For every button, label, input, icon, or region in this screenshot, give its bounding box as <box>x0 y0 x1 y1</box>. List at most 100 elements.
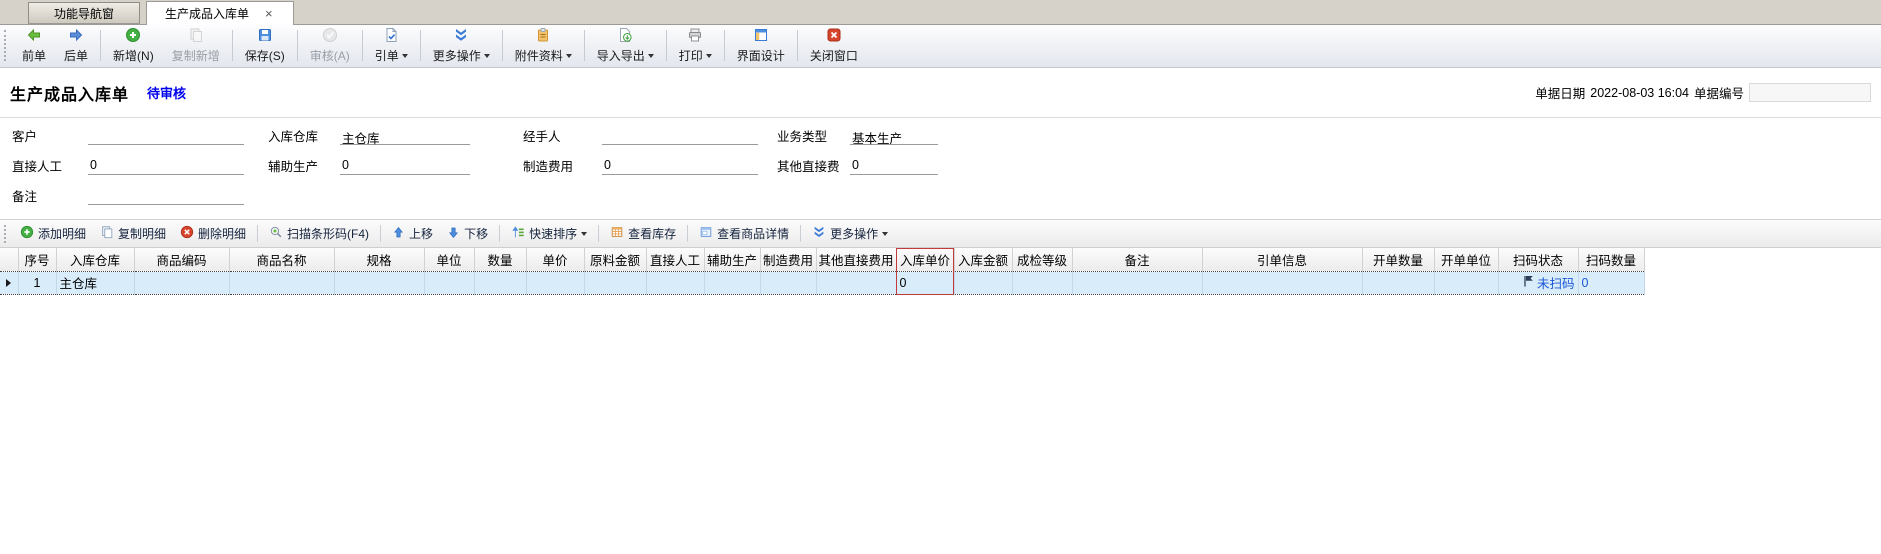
customer-field[interactable] <box>88 126 244 145</box>
cell-price[interactable] <box>526 271 584 294</box>
cell-seq[interactable]: 1 <box>18 271 56 294</box>
doc-number-field[interactable] <box>1749 83 1871 102</box>
col-remark[interactable]: 备注 <box>1072 248 1202 271</box>
view-stock-button[interactable]: 查看库存 <box>603 222 683 245</box>
grid-more-actions-button[interactable]: 更多操作 <box>805 222 895 245</box>
table-row[interactable]: 1 主仓库 0 <box>0 271 1644 294</box>
col-order-qty[interactable]: 开单数量 <box>1362 248 1434 271</box>
delete-row-icon <box>180 225 194 242</box>
col-unit[interactable]: 单位 <box>424 248 474 271</box>
cell-remark[interactable] <box>1072 271 1202 294</box>
toolbar-separator <box>232 30 233 61</box>
doc-date-value[interactable]: 2022-08-03 16:04 <box>1590 86 1689 100</box>
main-toolbar: 前单 后单 新增(N) 复制新增 保存(S) 审核(A) 引单 更多操作 附件资… <box>0 25 1881 68</box>
scan-barcode-icon <box>269 225 283 242</box>
print-button[interactable]: 打印 <box>670 26 721 65</box>
toolbar-separator <box>797 30 798 61</box>
prev-doc-button[interactable]: 前单 <box>13 26 55 65</box>
col-scan-qty[interactable]: 扫码数量 <box>1578 248 1644 271</box>
attachments-button[interactable]: 附件资料 <box>506 26 581 65</box>
toolbar-separator <box>420 30 421 61</box>
grid-header-row: 序号 入库仓库 商品编码 商品名称 规格 单位 数量 单价 原料金额 直接人工 … <box>0 248 1644 271</box>
col-direct-labor[interactable]: 直接人工 <box>646 248 704 271</box>
pull-order-button[interactable]: 引单 <box>366 26 417 65</box>
mfg-cost-label: 制造费用 <box>523 156 573 175</box>
close-window-button[interactable]: 关闭窗口 <box>801 26 867 65</box>
mfg-cost-field[interactable]: 0 <box>602 156 758 175</box>
tab-nav-window[interactable]: 功能导航窗 <box>28 2 140 24</box>
biz-type-field[interactable]: 基本生产 <box>850 126 938 145</box>
add-detail-button[interactable]: 添加明细 <box>13 222 93 245</box>
col-qty[interactable]: 数量 <box>474 248 526 271</box>
move-up-button[interactable]: 上移 <box>385 222 440 245</box>
dropdown-caret-icon <box>648 54 654 58</box>
aux-prod-field[interactable]: 0 <box>340 156 470 175</box>
col-mfg-cost[interactable]: 制造费用 <box>760 248 816 271</box>
cell-product-code[interactable] <box>134 271 229 294</box>
next-doc-button[interactable]: 后单 <box>55 26 97 65</box>
quick-sort-button[interactable]: 快速排序 <box>504 222 594 245</box>
other-cost-field[interactable]: 0 <box>850 156 938 175</box>
tab-close-icon[interactable]: × <box>263 7 275 20</box>
status-badge: 待审核 <box>147 83 186 102</box>
new-button[interactable]: 新增(N) <box>104 26 163 65</box>
delete-detail-button[interactable]: 删除明细 <box>173 222 253 245</box>
cell-scan-status[interactable]: 未扫码 <box>1498 271 1578 294</box>
cell-inspect-grade[interactable] <box>1012 271 1072 294</box>
save-button[interactable]: 保存(S) <box>236 26 294 65</box>
col-product-code[interactable]: 商品编码 <box>134 248 229 271</box>
view-product-detail-button[interactable]: 查看商品详情 <box>692 222 796 245</box>
handler-field[interactable] <box>602 126 758 145</box>
remark-field[interactable] <box>88 186 244 205</box>
cell-product-name[interactable] <box>229 271 334 294</box>
cell-amount-in[interactable] <box>954 271 1012 294</box>
cell-unit-price-in[interactable]: 0 <box>896 271 954 294</box>
col-ref-info[interactable]: 引单信息 <box>1202 248 1362 271</box>
col-warehouse[interactable]: 入库仓库 <box>56 248 134 271</box>
warehouse-field[interactable]: 主仓库 <box>340 126 470 145</box>
row-selector-cell[interactable] <box>0 271 18 294</box>
more-actions-button[interactable]: 更多操作 <box>424 26 499 65</box>
ui-design-icon <box>753 27 769 46</box>
aux-prod-label: 辅助生产 <box>268 156 318 175</box>
import-export-button[interactable]: 导入导出 <box>588 26 663 65</box>
toolbar-separator <box>297 30 298 61</box>
col-price[interactable]: 单价 <box>526 248 584 271</box>
cell-unit[interactable] <box>424 271 474 294</box>
col-product-name[interactable]: 商品名称 <box>229 248 334 271</box>
col-material-amount[interactable]: 原料金额 <box>584 248 646 271</box>
cell-order-qty[interactable] <box>1362 271 1434 294</box>
col-scan-status[interactable]: 扫码状态 <box>1498 248 1578 271</box>
pull-doc-icon <box>383 27 399 46</box>
col-inspect-grade[interactable]: 成检等级 <box>1012 248 1072 271</box>
col-unit-price-in[interactable]: 入库单价 <box>896 248 954 271</box>
move-down-button[interactable]: 下移 <box>440 222 495 245</box>
cell-material-amount[interactable] <box>584 271 646 294</box>
col-aux-prod[interactable]: 辅助生产 <box>704 248 760 271</box>
ui-design-button[interactable]: 界面设计 <box>728 26 794 65</box>
grid-toolbar: 添加明细 复制明细 删除明细 扫描条形码(F4) 上移 下移 快速排序 查看库存… <box>0 219 1881 248</box>
col-other-cost[interactable]: 其他直接费用 <box>816 248 896 271</box>
cell-mfg-cost[interactable] <box>760 271 816 294</box>
cell-other-cost[interactable] <box>816 271 896 294</box>
direct-labor-field[interactable]: 0 <box>88 156 244 175</box>
cell-scan-qty[interactable]: 0 <box>1578 271 1644 294</box>
grid-toolbar-grip[interactable] <box>4 225 11 243</box>
tab-production-receipt[interactable]: 生产成品入库单 × <box>146 1 294 25</box>
copy-detail-button[interactable]: 复制明细 <box>93 222 173 245</box>
scan-barcode-button[interactable]: 扫描条形码(F4) <box>262 222 376 245</box>
cell-order-unit[interactable] <box>1434 271 1498 294</box>
cell-ref-info[interactable] <box>1202 271 1362 294</box>
cell-aux-prod[interactable] <box>704 271 760 294</box>
cell-direct-labor[interactable] <box>646 271 704 294</box>
close-window-icon <box>826 27 842 46</box>
direct-labor-label: 直接人工 <box>12 156 62 175</box>
col-seq[interactable]: 序号 <box>18 248 56 271</box>
cell-spec[interactable] <box>334 271 424 294</box>
cell-qty[interactable] <box>474 271 526 294</box>
col-spec[interactable]: 规格 <box>334 248 424 271</box>
col-order-unit[interactable]: 开单单位 <box>1434 248 1498 271</box>
toolbar-grip[interactable] <box>4 30 11 61</box>
col-amount-in[interactable]: 入库金额 <box>954 248 1012 271</box>
cell-warehouse[interactable]: 主仓库 <box>56 271 134 294</box>
